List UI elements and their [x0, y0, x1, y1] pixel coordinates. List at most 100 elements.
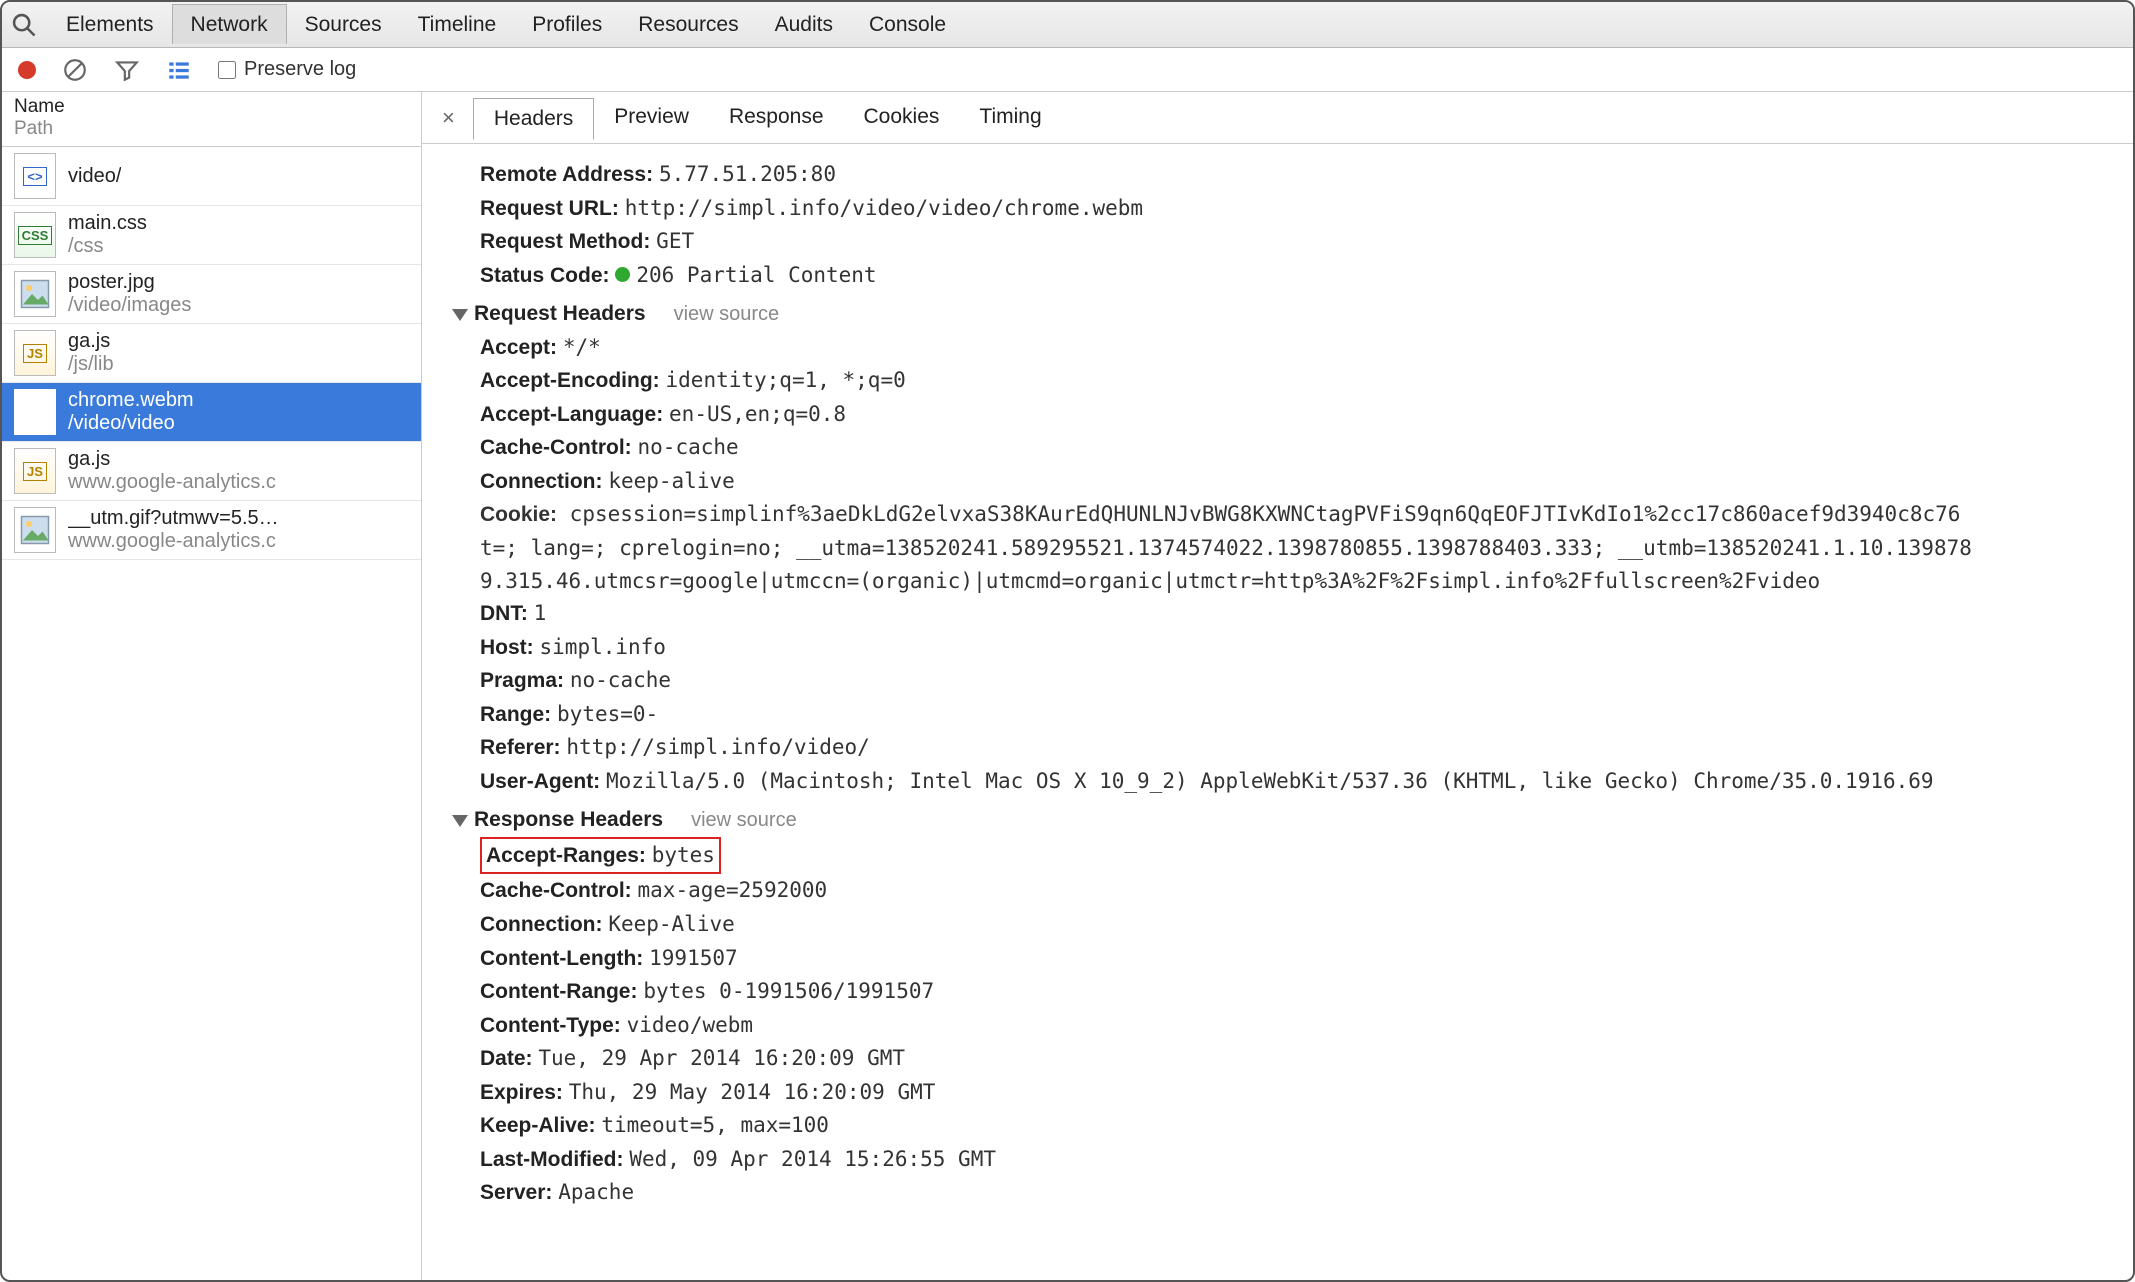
- header-row: Expires: Thu, 29 May 2014 16:20:09 GMT: [480, 1076, 2113, 1110]
- cookie-label: Cookie:: [480, 503, 557, 526]
- file-name: chrome.webm: [68, 389, 194, 412]
- request-row[interactable]: __utm.gif?utmwv=5.5…www.google-analytics…: [2, 501, 421, 560]
- request-method-label: Request Method:: [480, 230, 650, 253]
- header-row: Accept-Encoding: identity;q=1, *;q=0: [480, 364, 2113, 398]
- detail-tabs: × HeadersPreviewResponseCookiesTiming: [422, 92, 2133, 144]
- file-path: www.google-analytics.c: [68, 530, 279, 553]
- remote-address-value: 5.77.51.205:80: [659, 162, 836, 186]
- tab-resources[interactable]: Resources: [620, 5, 756, 44]
- header-row: Server: Apache: [480, 1176, 2113, 1210]
- request-url-label: Request URL:: [480, 197, 619, 220]
- view-source-link[interactable]: view source: [674, 299, 780, 330]
- network-toolbar: Preserve log: [2, 48, 2133, 92]
- tab-audits[interactable]: Audits: [757, 5, 851, 44]
- sidebar-header[interactable]: Name Path: [2, 92, 421, 147]
- remote-address-label: Remote Address:: [480, 163, 653, 186]
- request-row[interactable]: CSS main.css/css: [2, 206, 421, 265]
- column-path: Path: [14, 118, 409, 140]
- header-row: Connection: Keep-Alive: [480, 908, 2113, 942]
- preserve-log-checkbox[interactable]: [218, 61, 236, 79]
- header-row: Pragma: no-cache: [480, 664, 2113, 698]
- status-code-value: 206 Partial Content: [636, 263, 876, 287]
- header-row: Cache-Control: no-cache: [480, 431, 2113, 465]
- file-path: /video/images: [68, 294, 191, 317]
- cookie-header: Cookie: cpsession=simplinf%3aeDkLdG2elvx…: [480, 498, 2113, 597]
- tab-elements[interactable]: Elements: [48, 5, 172, 44]
- header-row: Date: Tue, 29 Apr 2014 16:20:09 GMT: [480, 1042, 2113, 1076]
- header-row: Accept: */*: [480, 331, 2113, 365]
- file-name: main.css: [68, 212, 147, 235]
- header-row: User-Agent: Mozilla/5.0 (Macintosh; Inte…: [480, 765, 2113, 799]
- file-thumb-icon: <>: [14, 153, 56, 199]
- column-name: Name: [14, 96, 409, 118]
- file-name: ga.js: [68, 448, 276, 471]
- view-list-icon[interactable]: [166, 57, 192, 83]
- status-code-label: Status Code:: [480, 264, 610, 287]
- file-path: www.google-analytics.c: [68, 471, 276, 494]
- file-path: /css: [68, 235, 147, 258]
- request-row[interactable]: chrome.webm/video/video: [2, 383, 421, 442]
- request-sidebar: Name Path <> video/CSS main.css/css poster.…: [2, 92, 422, 1280]
- detail-tab-preview[interactable]: Preview: [594, 97, 709, 139]
- file-thumb-icon: [14, 389, 56, 435]
- request-headers-section[interactable]: Request Headers view source: [452, 298, 2113, 331]
- devtools-window: ElementsNetworkSourcesTimelineProfilesRe…: [0, 0, 2135, 1282]
- header-row: Accept-Language: en-US,en;q=0.8: [480, 398, 2113, 432]
- status-dot-icon: [615, 267, 630, 282]
- request-row[interactable]: JSga.js/js/lib: [2, 324, 421, 383]
- record-icon[interactable]: [18, 61, 36, 79]
- header-row: DNT: 1: [480, 597, 2113, 631]
- cookie-line1: cpsession=simplinf%3aeDkLdG2elvxaS38KAur…: [570, 502, 1961, 526]
- request-url-value: http://simpl.info/video/video/chrome.web…: [625, 196, 1143, 220]
- request-list: <> video/CSS main.css/css poster.jpg/video/…: [2, 147, 421, 1280]
- header-row: Last-Modified: Wed, 09 Apr 2014 15:26:55…: [480, 1143, 2113, 1177]
- request-row[interactable]: poster.jpg/video/images: [2, 265, 421, 324]
- view-source-link[interactable]: view source: [691, 805, 797, 836]
- tab-sources[interactable]: Sources: [287, 5, 400, 44]
- file-thumb-icon: JS: [14, 448, 56, 494]
- tab-profiles[interactable]: Profiles: [514, 5, 620, 44]
- file-path: /video/video: [68, 412, 194, 435]
- filter-icon[interactable]: [114, 57, 140, 83]
- headers-body: Remote Address: 5.77.51.205:80 Request U…: [422, 144, 2133, 1280]
- search-icon[interactable]: [10, 11, 38, 39]
- panel-tabs: ElementsNetworkSourcesTimelineProfilesRe…: [2, 2, 2133, 48]
- header-row: Host: simpl.info: [480, 631, 2113, 665]
- cookie-line3: 9.315.46.utmcsr=google|utmccn=(organic)|…: [480, 569, 1820, 593]
- close-icon[interactable]: ×: [430, 105, 467, 131]
- response-headers-section[interactable]: Response Headers view source: [452, 804, 2113, 837]
- detail-tab-response[interactable]: Response: [709, 97, 844, 139]
- preserve-log[interactable]: Preserve log: [218, 58, 356, 81]
- header-row: Cache-Control: max-age=2592000: [480, 874, 2113, 908]
- cookie-line2: t=; lang=; cprelogin=no; __utma=13852024…: [480, 536, 1972, 560]
- header-row: Range: bytes=0-: [480, 698, 2113, 732]
- chevron-down-icon: [452, 309, 468, 321]
- detail-tab-headers[interactable]: Headers: [473, 98, 594, 140]
- file-name: __utm.gif?utmwv=5.5…: [68, 507, 279, 530]
- request-row[interactable]: JS ga.jswww.google-analytics.c: [2, 442, 421, 501]
- chevron-down-icon: [452, 815, 468, 827]
- file-path: /js/lib: [68, 353, 114, 376]
- header-row: Keep-Alive: timeout=5, max=100: [480, 1109, 2113, 1143]
- file-thumb-icon: CSS: [14, 212, 56, 258]
- request-row[interactable]: <> video/: [2, 147, 421, 206]
- detail-tab-cookies[interactable]: Cookies: [844, 97, 960, 139]
- file-thumb-icon: JS: [14, 330, 56, 376]
- detail-panel: × HeadersPreviewResponseCookiesTiming Re…: [422, 92, 2133, 1280]
- detail-tab-timing[interactable]: Timing: [959, 97, 1061, 139]
- header-row: Referer: http://simpl.info/video/: [480, 731, 2113, 765]
- file-name: video/: [68, 165, 121, 188]
- response-headers-title: Response Headers: [474, 808, 663, 831]
- header-row: Accept-Ranges: bytes: [480, 837, 2113, 875]
- file-thumb-icon: [14, 507, 56, 553]
- clear-icon[interactable]: [62, 57, 88, 83]
- request-headers-title: Request Headers: [474, 302, 646, 325]
- tab-console[interactable]: Console: [851, 5, 964, 44]
- preserve-log-label: Preserve log: [244, 58, 356, 81]
- header-row: Content-Type: video/webm: [480, 1009, 2113, 1043]
- tab-timeline[interactable]: Timeline: [400, 5, 515, 44]
- file-thumb-icon: [14, 271, 56, 317]
- header-row: Connection: keep-alive: [480, 465, 2113, 499]
- tab-network[interactable]: Network: [172, 4, 287, 44]
- header-row: Content-Length: 1991507: [480, 942, 2113, 976]
